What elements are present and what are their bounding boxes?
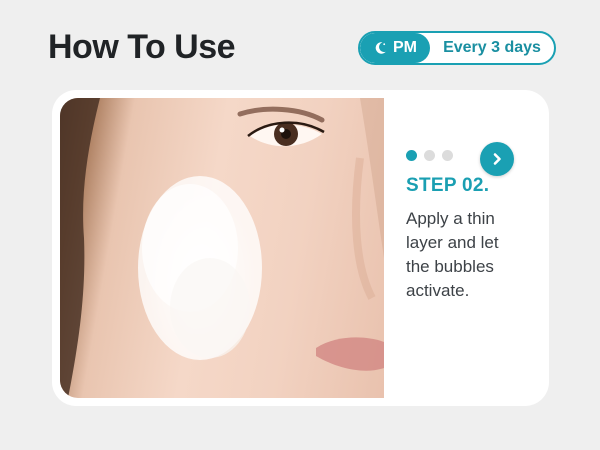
page-title: How To Use	[48, 28, 236, 66]
time-of-day-badge: PM	[360, 33, 430, 63]
how-to-use-card: STEP 02. Apply a thin layer and let the …	[52, 90, 549, 406]
step-description: Apply a thin layer and let the bubbles a…	[406, 209, 499, 300]
time-of-day-label: PM	[393, 39, 417, 56]
carousel-dot[interactable]	[424, 150, 435, 161]
carousel-dot[interactable]	[442, 150, 453, 161]
next-step-button[interactable]	[480, 142, 514, 176]
usage-schedule-badge: PM Every 3 days	[358, 31, 556, 65]
step-label: STEP 02.	[406, 175, 490, 196]
carousel-dot[interactable]	[406, 150, 417, 161]
moon-icon	[375, 42, 386, 54]
step-content: STEP 02. Apply a thin layer and let the …	[406, 150, 526, 303]
chevron-right-icon	[493, 153, 501, 165]
face-with-foam-image	[60, 98, 384, 398]
frequency-label: Every 3 days	[443, 39, 541, 56]
